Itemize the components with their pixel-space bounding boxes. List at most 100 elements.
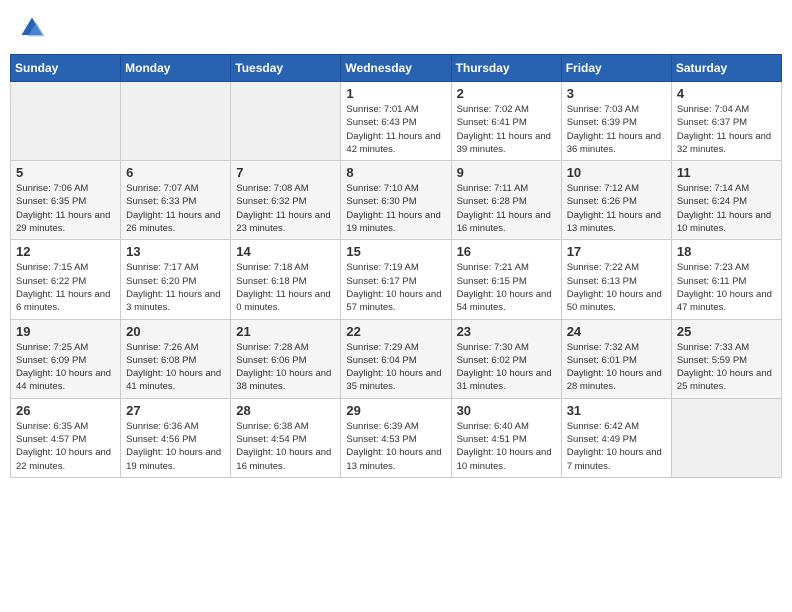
day-number: 8 <box>346 165 445 180</box>
day-cell: 19Sunrise: 7:25 AM Sunset: 6:09 PM Dayli… <box>11 319 121 398</box>
page-header <box>10 10 782 46</box>
day-info: Sunrise: 7:01 AM Sunset: 6:43 PM Dayligh… <box>346 103 445 156</box>
day-info: Sunrise: 7:07 AM Sunset: 6:33 PM Dayligh… <box>126 182 225 235</box>
day-info: Sunrise: 7:11 AM Sunset: 6:28 PM Dayligh… <box>457 182 556 235</box>
day-number: 16 <box>457 244 556 259</box>
day-info: Sunrise: 7:12 AM Sunset: 6:26 PM Dayligh… <box>567 182 666 235</box>
day-cell: 24Sunrise: 7:32 AM Sunset: 6:01 PM Dayli… <box>561 319 671 398</box>
day-number: 21 <box>236 324 335 339</box>
day-info: Sunrise: 6:35 AM Sunset: 4:57 PM Dayligh… <box>16 420 115 473</box>
day-number: 19 <box>16 324 115 339</box>
day-cell <box>121 82 231 161</box>
day-info: Sunrise: 6:39 AM Sunset: 4:53 PM Dayligh… <box>346 420 445 473</box>
day-cell <box>11 82 121 161</box>
day-cell: 22Sunrise: 7:29 AM Sunset: 6:04 PM Dayli… <box>341 319 451 398</box>
day-cell: 12 Sunrise: 7:15 AM Sunset: 6:22 PM Dayli… <box>11 240 121 319</box>
day-info: Sunrise: 7:06 AM Sunset: 6:35 PM Dayligh… <box>16 182 115 235</box>
day-number: 15 <box>346 244 445 259</box>
day-info: Sunrise: 7:22 AM Sunset: 6:13 PM Dayligh… <box>567 261 666 314</box>
day-info: Sunrise: 7:33 AM Sunset: 5:59 PM Dayligh… <box>677 341 776 394</box>
day-info: Sunrise: 7:26 AM Sunset: 6:08 PM Dayligh… <box>126 341 225 394</box>
day-number: 11 <box>677 165 776 180</box>
day-info: Sunrise: 7:19 AM Sunset: 6:17 PM Dayligh… <box>346 261 445 314</box>
day-info: Sunrise: 7:03 AM Sunset: 6:39 PM Dayligh… <box>567 103 666 156</box>
weekday-header-friday: Friday <box>561 55 671 82</box>
day-cell: 15 Sunrise: 7:19 AM Sunset: 6:17 PM Dayli… <box>341 240 451 319</box>
day-number: 17 <box>567 244 666 259</box>
week-row-5: 26 Sunrise: 6:35 AM Sunset: 4:57 PM Dayli… <box>11 398 782 477</box>
day-info: Sunrise: 6:38 AM Sunset: 4:54 PM Dayligh… <box>236 420 335 473</box>
day-cell: 17 Sunrise: 7:22 AM Sunset: 6:13 PM Dayli… <box>561 240 671 319</box>
day-cell: 30Sunrise: 6:40 AM Sunset: 4:51 PM Dayli… <box>451 398 561 477</box>
day-cell: 1 Sunrise: 7:01 AM Sunset: 6:43 PM Daylig… <box>341 82 451 161</box>
day-info: Sunrise: 7:30 AM Sunset: 6:02 PM Dayligh… <box>457 341 556 394</box>
day-cell: 26 Sunrise: 6:35 AM Sunset: 4:57 PM Dayli… <box>11 398 121 477</box>
day-cell: 25Sunrise: 7:33 AM Sunset: 5:59 PM Dayli… <box>671 319 781 398</box>
day-info: Sunrise: 7:10 AM Sunset: 6:30 PM Dayligh… <box>346 182 445 235</box>
day-cell: 8 Sunrise: 7:10 AM Sunset: 6:30 PM Daylig… <box>341 161 451 240</box>
week-row-2: 5 Sunrise: 7:06 AM Sunset: 6:35 PM Daylig… <box>11 161 782 240</box>
day-number: 22 <box>346 324 445 339</box>
day-number: 7 <box>236 165 335 180</box>
weekday-header-sunday: Sunday <box>11 55 121 82</box>
day-number: 3 <box>567 86 666 101</box>
day-cell: 2 Sunrise: 7:02 AM Sunset: 6:41 PM Daylig… <box>451 82 561 161</box>
day-info: Sunrise: 7:21 AM Sunset: 6:15 PM Dayligh… <box>457 261 556 314</box>
day-cell: 18 Sunrise: 7:23 AM Sunset: 6:11 PM Dayli… <box>671 240 781 319</box>
day-cell: 23Sunrise: 7:30 AM Sunset: 6:02 PM Dayli… <box>451 319 561 398</box>
day-number: 26 <box>16 403 115 418</box>
day-number: 6 <box>126 165 225 180</box>
day-info: Sunrise: 7:15 AM Sunset: 6:22 PM Dayligh… <box>16 261 115 314</box>
day-number: 10 <box>567 165 666 180</box>
day-number: 29 <box>346 403 445 418</box>
day-cell: 13Sunrise: 7:17 AM Sunset: 6:20 PM Dayli… <box>121 240 231 319</box>
weekday-header-tuesday: Tuesday <box>231 55 341 82</box>
day-cell: 14Sunrise: 7:18 AM Sunset: 6:18 PM Dayli… <box>231 240 341 319</box>
calendar: SundayMondayTuesdayWednesdayThursdayFrid… <box>10 54 782 478</box>
day-info: Sunrise: 6:36 AM Sunset: 4:56 PM Dayligh… <box>126 420 225 473</box>
day-number: 2 <box>457 86 556 101</box>
day-number: 14 <box>236 244 335 259</box>
week-row-4: 19Sunrise: 7:25 AM Sunset: 6:09 PM Dayli… <box>11 319 782 398</box>
day-cell: 29 Sunrise: 6:39 AM Sunset: 4:53 PM Dayli… <box>341 398 451 477</box>
day-info: Sunrise: 7:02 AM Sunset: 6:41 PM Dayligh… <box>457 103 556 156</box>
day-info: Sunrise: 6:42 AM Sunset: 4:49 PM Dayligh… <box>567 420 666 473</box>
week-row-1: 1 Sunrise: 7:01 AM Sunset: 6:43 PM Daylig… <box>11 82 782 161</box>
day-number: 28 <box>236 403 335 418</box>
day-cell: 11 Sunrise: 7:14 AM Sunset: 6:24 PM Dayli… <box>671 161 781 240</box>
day-cell: 10 Sunrise: 7:12 AM Sunset: 6:26 PM Dayli… <box>561 161 671 240</box>
weekday-header-wednesday: Wednesday <box>341 55 451 82</box>
day-number: 24 <box>567 324 666 339</box>
day-cell: 31 Sunrise: 6:42 AM Sunset: 4:49 PM Dayli… <box>561 398 671 477</box>
day-info: Sunrise: 7:23 AM Sunset: 6:11 PM Dayligh… <box>677 261 776 314</box>
weekday-header-monday: Monday <box>121 55 231 82</box>
day-info: Sunrise: 7:08 AM Sunset: 6:32 PM Dayligh… <box>236 182 335 235</box>
day-cell: 16 Sunrise: 7:21 AM Sunset: 6:15 PM Dayli… <box>451 240 561 319</box>
weekday-header-thursday: Thursday <box>451 55 561 82</box>
day-info: Sunrise: 7:28 AM Sunset: 6:06 PM Dayligh… <box>236 341 335 394</box>
day-number: 12 <box>16 244 115 259</box>
day-number: 4 <box>677 86 776 101</box>
weekday-header-row: SundayMondayTuesdayWednesdayThursdayFrid… <box>11 55 782 82</box>
day-cell: 5 Sunrise: 7:06 AM Sunset: 6:35 PM Daylig… <box>11 161 121 240</box>
logo <box>18 14 50 42</box>
day-number: 30 <box>457 403 556 418</box>
day-number: 1 <box>346 86 445 101</box>
day-cell: 4 Sunrise: 7:04 AM Sunset: 6:37 PM Daylig… <box>671 82 781 161</box>
day-cell: 27 Sunrise: 6:36 AM Sunset: 4:56 PM Dayli… <box>121 398 231 477</box>
week-row-3: 12 Sunrise: 7:15 AM Sunset: 6:22 PM Dayli… <box>11 240 782 319</box>
day-info: Sunrise: 7:04 AM Sunset: 6:37 PM Dayligh… <box>677 103 776 156</box>
day-cell: 20Sunrise: 7:26 AM Sunset: 6:08 PM Dayli… <box>121 319 231 398</box>
logo-icon <box>18 14 46 42</box>
weekday-header-saturday: Saturday <box>671 55 781 82</box>
day-number: 27 <box>126 403 225 418</box>
day-cell: 7 Sunrise: 7:08 AM Sunset: 6:32 PM Daylig… <box>231 161 341 240</box>
day-cell: 28 Sunrise: 6:38 AM Sunset: 4:54 PM Dayli… <box>231 398 341 477</box>
day-number: 5 <box>16 165 115 180</box>
day-cell: 9Sunrise: 7:11 AM Sunset: 6:28 PM Daylig… <box>451 161 561 240</box>
day-cell <box>671 398 781 477</box>
day-number: 31 <box>567 403 666 418</box>
day-number: 18 <box>677 244 776 259</box>
day-cell: 3 Sunrise: 7:03 AM Sunset: 6:39 PM Daylig… <box>561 82 671 161</box>
day-info: Sunrise: 7:14 AM Sunset: 6:24 PM Dayligh… <box>677 182 776 235</box>
